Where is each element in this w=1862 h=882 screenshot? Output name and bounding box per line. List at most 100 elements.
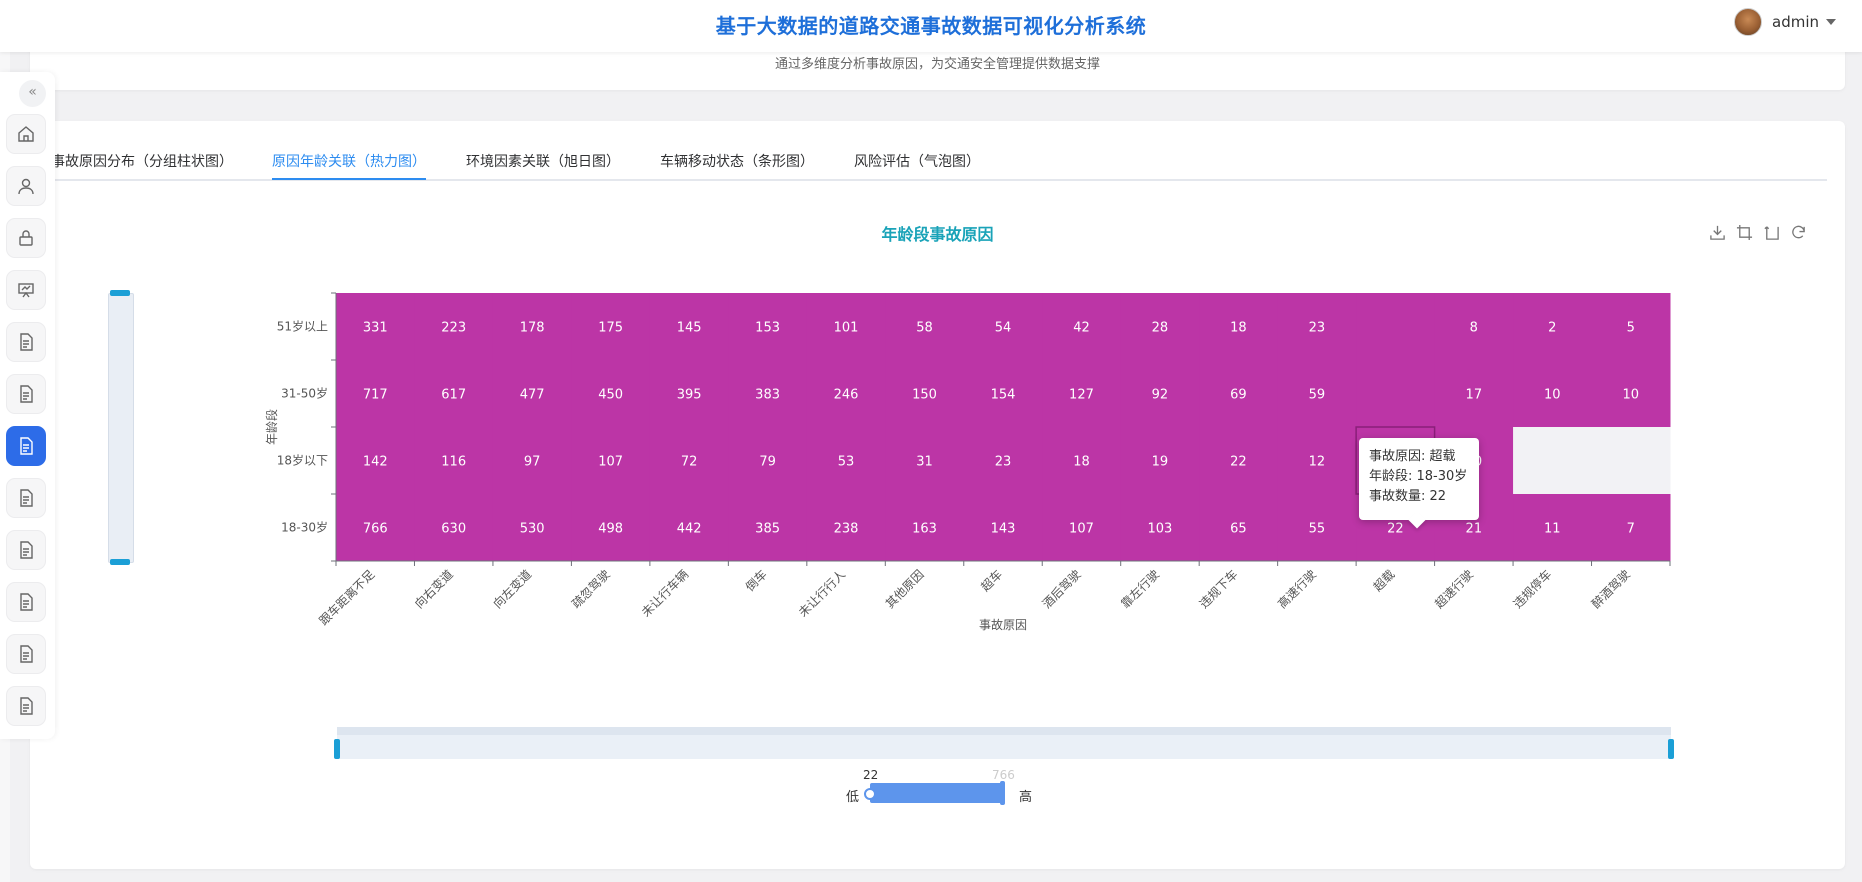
document-icon (20, 645, 33, 663)
double-chevron-left-icon[interactable]: « (19, 80, 46, 107)
heatmap-cell[interactable] (1591, 427, 1671, 495)
cell-value-label: 163 (912, 522, 937, 537)
y-tick-label: 18-30岁 (281, 520, 328, 535)
heatmap-cell[interactable] (1513, 427, 1593, 495)
visual-map-min-handle[interactable] (864, 788, 876, 800)
horizontal-zoom-handle-left[interactable] (334, 739, 340, 759)
sidebar-item-doc-7[interactable] (6, 634, 46, 674)
user-name[interactable]: admin (1772, 13, 1819, 31)
cell-value-label: 717 (363, 388, 388, 403)
cell-value-label: 103 (1148, 522, 1173, 537)
x-tick-label: 靠左行驶 (1118, 567, 1163, 612)
cell-value-label: 2 (1548, 321, 1556, 336)
cell-value-label: 246 (834, 388, 859, 403)
vertical-data-zoom[interactable] (106, 290, 138, 565)
cell-value-label: 153 (755, 321, 780, 336)
caret-down-icon[interactable] (1826, 19, 1836, 25)
horizontal-zoom-track[interactable] (337, 727, 1671, 759)
cell-value-label: 107 (1069, 522, 1094, 537)
document-icon (20, 593, 33, 611)
cell-value-label: 617 (441, 388, 466, 403)
sidebar-item-doc-3[interactable] (6, 426, 46, 466)
cell-value-label: 10 (1544, 388, 1561, 403)
heatmap-cell[interactable] (1356, 293, 1436, 361)
cell-value-label: 22 (1387, 522, 1404, 537)
cell-value-label: 145 (677, 321, 702, 336)
x-tick-label: 向左变道 (490, 567, 535, 612)
sidebar-item-user[interactable] (6, 166, 46, 206)
sidebar-item-doc-6[interactable] (6, 582, 46, 622)
cell-value-label: 10 (1622, 388, 1639, 403)
cell-value-label: 21 (1466, 522, 1483, 537)
x-tick-label: 酒后驾驶 (1039, 567, 1084, 612)
cell-value-label: 530 (520, 522, 545, 537)
cell-value-label: 69 (1230, 388, 1247, 403)
avatar[interactable] (1734, 8, 1762, 36)
user-icon (18, 178, 34, 195)
home-icon (18, 126, 34, 142)
vertical-zoom-track[interactable] (108, 293, 134, 563)
visual-map-range-bar[interactable] (870, 783, 1004, 803)
chart-card: 事故原因分布（分组柱状图） 原因年龄关联（热力图） 环境因素关联（旭日图） 车辆… (30, 121, 1845, 869)
cell-value-label: 766 (363, 522, 388, 537)
cell-value-label: 450 (598, 388, 623, 403)
sidebar-item-doc-1[interactable] (6, 322, 46, 362)
cell-value-label: 8 (1470, 321, 1478, 336)
cell-value-label: 7 (1627, 522, 1635, 537)
horizontal-zoom-handle-right[interactable] (1668, 739, 1674, 759)
cell-value-label: 175 (598, 321, 623, 336)
cell-value-label: 55 (1309, 522, 1326, 537)
cell-value-label: 383 (755, 388, 780, 403)
cell-value-label: 54 (995, 321, 1012, 336)
cell-value-label: 79 (759, 455, 776, 470)
cell-value-label: 630 (441, 522, 466, 537)
cell-value-label: 178 (520, 321, 545, 336)
x-tick-label: 超载 (1370, 567, 1398, 595)
cell-value-label: 58 (916, 321, 933, 336)
cell-value-label: 23 (1309, 321, 1326, 336)
sidebar-item-home[interactable] (6, 114, 46, 154)
sidebar-item-doc-4[interactable] (6, 478, 46, 518)
x-tick-label: 超速行驶 (1431, 567, 1476, 612)
x-tick-label: 醉酒驾驶 (1588, 567, 1633, 612)
cell-value-label: 238 (834, 522, 859, 537)
sidebar-item-presentation[interactable] (6, 270, 46, 310)
y-tick-label: 51岁以上 (277, 319, 328, 334)
y-tick-label: 31-50岁 (281, 386, 328, 401)
sidebar-item-lock[interactable] (6, 218, 46, 258)
cell-value-label: 19 (1152, 455, 1169, 470)
visual-map-min-label: 22 (863, 768, 879, 782)
cell-value-label: 59 (1309, 388, 1326, 403)
cell-value-label: 101 (834, 321, 859, 336)
visual-map-high-text: 高 (1019, 790, 1033, 805)
vertical-zoom-handle-bottom[interactable] (110, 559, 130, 565)
cell-value-label: 223 (441, 321, 466, 336)
sidebar-item-doc-2[interactable] (6, 374, 46, 414)
cell-value-label: 18 (1230, 321, 1247, 336)
x-tick-label: 违规停车 (1510, 567, 1555, 612)
top-bar: 基于大数据的道路交通事故数据可视化分析系统 admin (0, 0, 1862, 52)
x-tick-label: 倒车 (742, 567, 770, 595)
user-menu[interactable]: admin (1734, 8, 1836, 36)
visual-map-max-handle[interactable] (1000, 781, 1005, 805)
cell-value-label: 17 (1466, 388, 1483, 403)
document-icon (20, 541, 33, 559)
cell-value-label: 142 (363, 455, 388, 470)
cell-value-label: 31 (916, 455, 933, 470)
sidebar-item-doc-5[interactable] (6, 530, 46, 570)
x-tick-label: 违规下车 (1196, 567, 1241, 612)
cell-value-label: 72 (681, 455, 698, 470)
horizontal-data-zoom[interactable] (334, 727, 1674, 759)
cell-value-label: 53 (838, 455, 855, 470)
cell-value-label: 23 (995, 455, 1012, 470)
vertical-zoom-handle-top[interactable] (110, 290, 130, 296)
x-axis-name: 事故原因 (979, 617, 1027, 632)
y-axis-name: 年龄段 (264, 409, 279, 445)
app-title: 基于大数据的道路交通事故数据可视化分析系统 (715, 14, 1147, 38)
sidebar-item-doc-8[interactable] (6, 686, 46, 726)
cell-value-label: 154 (991, 388, 1016, 403)
heatmap-cell[interactable] (1356, 360, 1436, 428)
x-tick-label: 跟车距离不足 (316, 567, 378, 629)
cell-value-label: 127 (1069, 388, 1094, 403)
x-tick-label: 疏忽驾驶 (568, 567, 613, 612)
